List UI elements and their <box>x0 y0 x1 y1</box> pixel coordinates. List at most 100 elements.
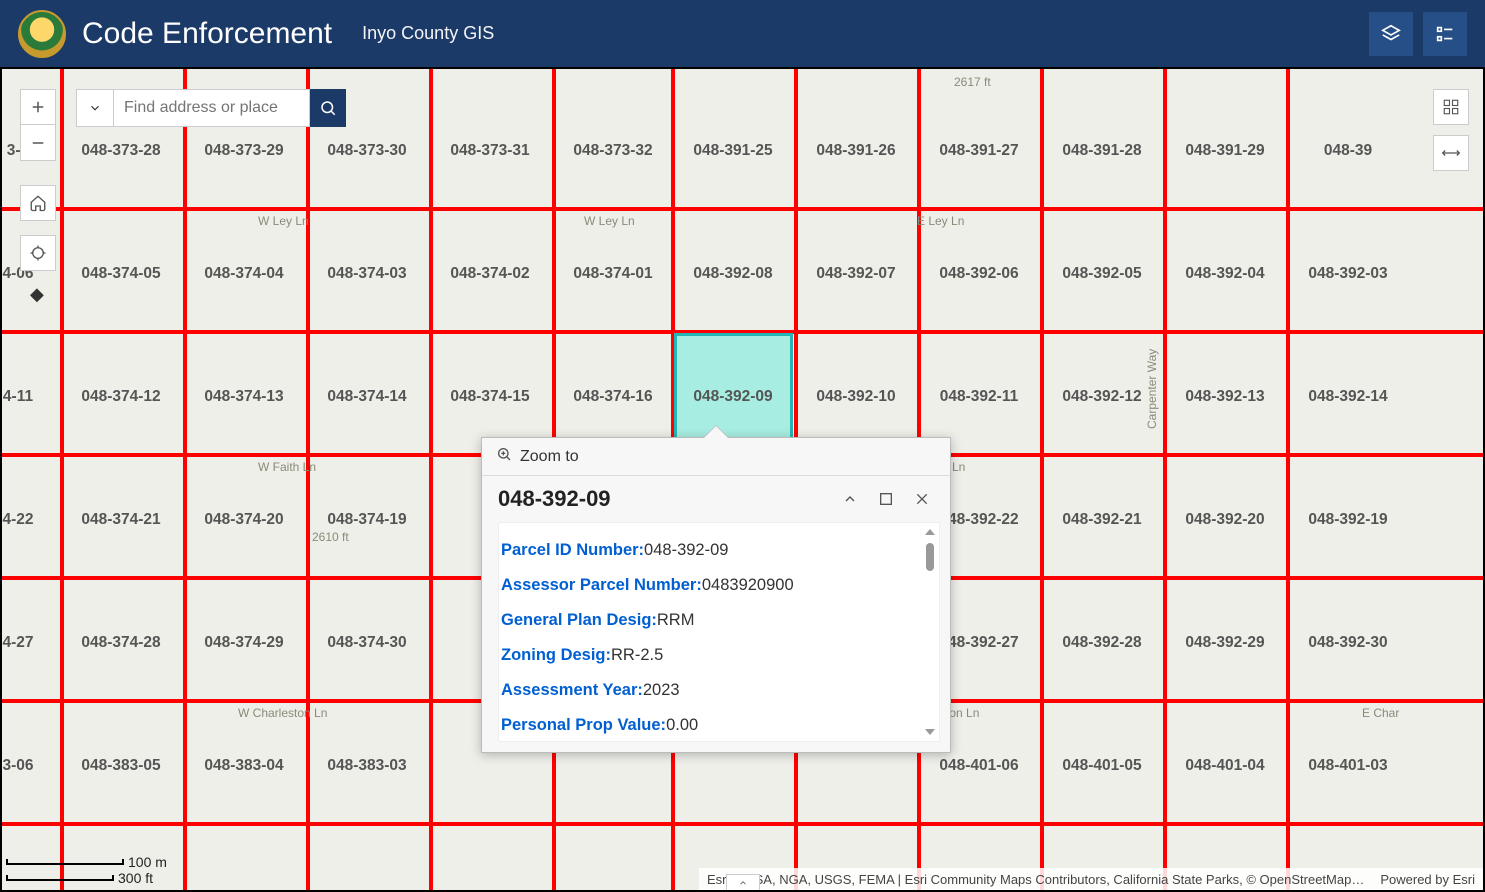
popup-field-label: Parcel ID Number: <box>501 541 644 559</box>
popup-field-row: General Plan Desig:RRM <box>501 603 915 638</box>
zoom-in-button[interactable] <box>20 89 56 125</box>
parcel-label: 048-373-31 <box>450 142 529 160</box>
search-input[interactable] <box>114 89 310 127</box>
attribution-expand-button[interactable] <box>726 874 760 890</box>
parcel-label: 048-392-04 <box>1185 265 1264 283</box>
parcel-label: 048-373-29 <box>204 142 283 160</box>
street-label: E Ley Ln <box>917 214 964 228</box>
parcel-label: 048-392-03 <box>1308 265 1387 283</box>
attribution-sources: Esri, NASA, NGA, USGS, FEMA | Esri Commu… <box>707 872 1364 887</box>
search-widget <box>76 89 346 127</box>
attribution-powered[interactable]: Powered by Esri <box>1380 872 1475 887</box>
popup-field-row: Parcel ID Number:048-392-09 <box>501 533 915 568</box>
parcel-label: 048-392-29 <box>1185 634 1264 652</box>
street-label: 2617 ft <box>954 75 991 89</box>
zoom-to-label[interactable]: Zoom to <box>520 448 579 466</box>
popup-field-row: Zoning Desig:RR-2.5 <box>501 638 915 673</box>
popup-field-row: Personal Prop Value:0.00 <box>501 708 915 742</box>
parcel-label: 048-374-02 <box>450 265 529 283</box>
parcel-label: 048-383-03 <box>327 757 406 775</box>
parcel-label: 048-391-26 <box>816 142 895 160</box>
scale-imperial: 300 ft <box>118 870 153 886</box>
parcel-label: 048-392-09 <box>693 388 772 406</box>
street-label: ton Ln <box>946 706 979 720</box>
popup-field-value: 0.00 <box>666 716 698 734</box>
parcel-label: 048-391-27 <box>939 142 1018 160</box>
parcel-label: 048-392-20 <box>1185 511 1264 529</box>
street-label: W Faith Ln <box>258 460 316 474</box>
street-label: Ln <box>952 460 965 474</box>
parcel-label: 048-374-28 <box>81 634 160 652</box>
street-label: E Char <box>1362 706 1399 720</box>
parcel-label: 048-383-04 <box>204 757 283 775</box>
parcel-label: 048-374-13 <box>204 388 283 406</box>
home-button[interactable] <box>20 185 56 221</box>
compass-icon[interactable]: ◆ <box>30 284 44 305</box>
street-label: Carpenter Way <box>1145 349 1159 429</box>
close-icon[interactable] <box>910 487 934 511</box>
parcel-label: 048-374-15 <box>450 388 529 406</box>
parcel-label: 048-391-29 <box>1185 142 1264 160</box>
layers-button[interactable] <box>1369 12 1413 56</box>
legend-button[interactable] <box>1423 12 1467 56</box>
app-title: Code Enforcement <box>82 17 332 51</box>
attribution-bar: Esri, NASA, NGA, USGS, FEMA | Esri Commu… <box>699 868 1483 890</box>
parcel-label: 048-374-12 <box>81 388 160 406</box>
street-label: 2610 ft <box>312 530 349 544</box>
parcel-label: 048-401-05 <box>1062 757 1141 775</box>
app-header: Code Enforcement Inyo County GIS <box>0 0 1485 67</box>
popup-field-label: Assessor Parcel Number: <box>501 576 702 594</box>
basemap-gallery-button[interactable] <box>1433 89 1469 125</box>
popup-field-row: Assessment Year:2023 <box>501 673 915 708</box>
parcel-label: 048-401-04 <box>1185 757 1264 775</box>
measure-button[interactable] <box>1433 135 1469 171</box>
parcel-label: 048-374-16 <box>573 388 652 406</box>
parcel-label: 048-392-21 <box>1062 511 1141 529</box>
parcel-label: 048-392-05 <box>1062 265 1141 283</box>
popup-field-label: Assessment Year: <box>501 681 643 699</box>
popup-field-value: 048-392-09 <box>644 541 728 559</box>
popup-field-label: Zoning Desig: <box>501 646 611 664</box>
popup-field-row: Assessor Parcel Number:0483920900 <box>501 568 915 603</box>
popup-body[interactable]: Parcel ID Number:048-392-09Assessor Parc… <box>498 522 940 742</box>
parcel-label: 048-374-30 <box>327 634 406 652</box>
parcel-label: 048-374-29 <box>204 634 283 652</box>
search-submit-button[interactable] <box>310 89 346 127</box>
parcel-label: 048-383-05 <box>81 757 160 775</box>
zoom-controls <box>20 89 56 161</box>
parcel-label-partial: 3-06 <box>2 757 33 775</box>
parcel-label: 048-401-06 <box>939 757 1018 775</box>
parcel-label: 048-374-04 <box>204 265 283 283</box>
parcel-label-partial: 4-27 <box>2 634 33 652</box>
parcel-label: 048-392-30 <box>1308 634 1387 652</box>
parcel-label: 048-392-07 <box>816 265 895 283</box>
parcel-label: 048-392-19 <box>1308 511 1387 529</box>
parcel-label: 048-392-22 <box>939 511 1018 529</box>
parcel-label: 048-392-06 <box>939 265 1018 283</box>
map-view[interactable]: 048-373-28048-373-29048-373-30048-373-31… <box>0 67 1485 892</box>
feature-popup: Zoom to 048-392-09 Parcel ID Number:048-… <box>481 437 951 753</box>
search-source-dropdown[interactable] <box>76 89 114 127</box>
parcel-label: 048-391-28 <box>1062 142 1141 160</box>
parcel-label: 048-373-28 <box>81 142 160 160</box>
parcel-label: 048-374-21 <box>81 511 160 529</box>
street-label: W Charleston Ln <box>238 706 327 720</box>
zoom-to-icon[interactable] <box>496 446 512 467</box>
county-seal-logo <box>18 10 66 58</box>
parcel-label: 048-374-03 <box>327 265 406 283</box>
zoom-out-button[interactable] <box>20 125 56 161</box>
popup-scrollbar[interactable] <box>925 529 935 735</box>
parcel-label: 048-392-13 <box>1185 388 1264 406</box>
parcel-label: 048-392-28 <box>1062 634 1141 652</box>
dock-icon[interactable] <box>874 487 898 511</box>
locate-button[interactable] <box>20 235 56 271</box>
collapse-icon[interactable] <box>838 487 862 511</box>
parcel-label-partial: 4-22 <box>2 511 33 529</box>
parcel-label: 048-392-27 <box>939 634 1018 652</box>
street-label: W Ley Ln <box>258 214 309 228</box>
popup-field-value: RRM <box>657 611 695 629</box>
popup-title: 048-392-09 <box>498 486 826 512</box>
parcel-label: 048-374-20 <box>204 511 283 529</box>
parcel-label: 048-374-19 <box>327 511 406 529</box>
scale-metric: 100 m <box>128 854 167 870</box>
